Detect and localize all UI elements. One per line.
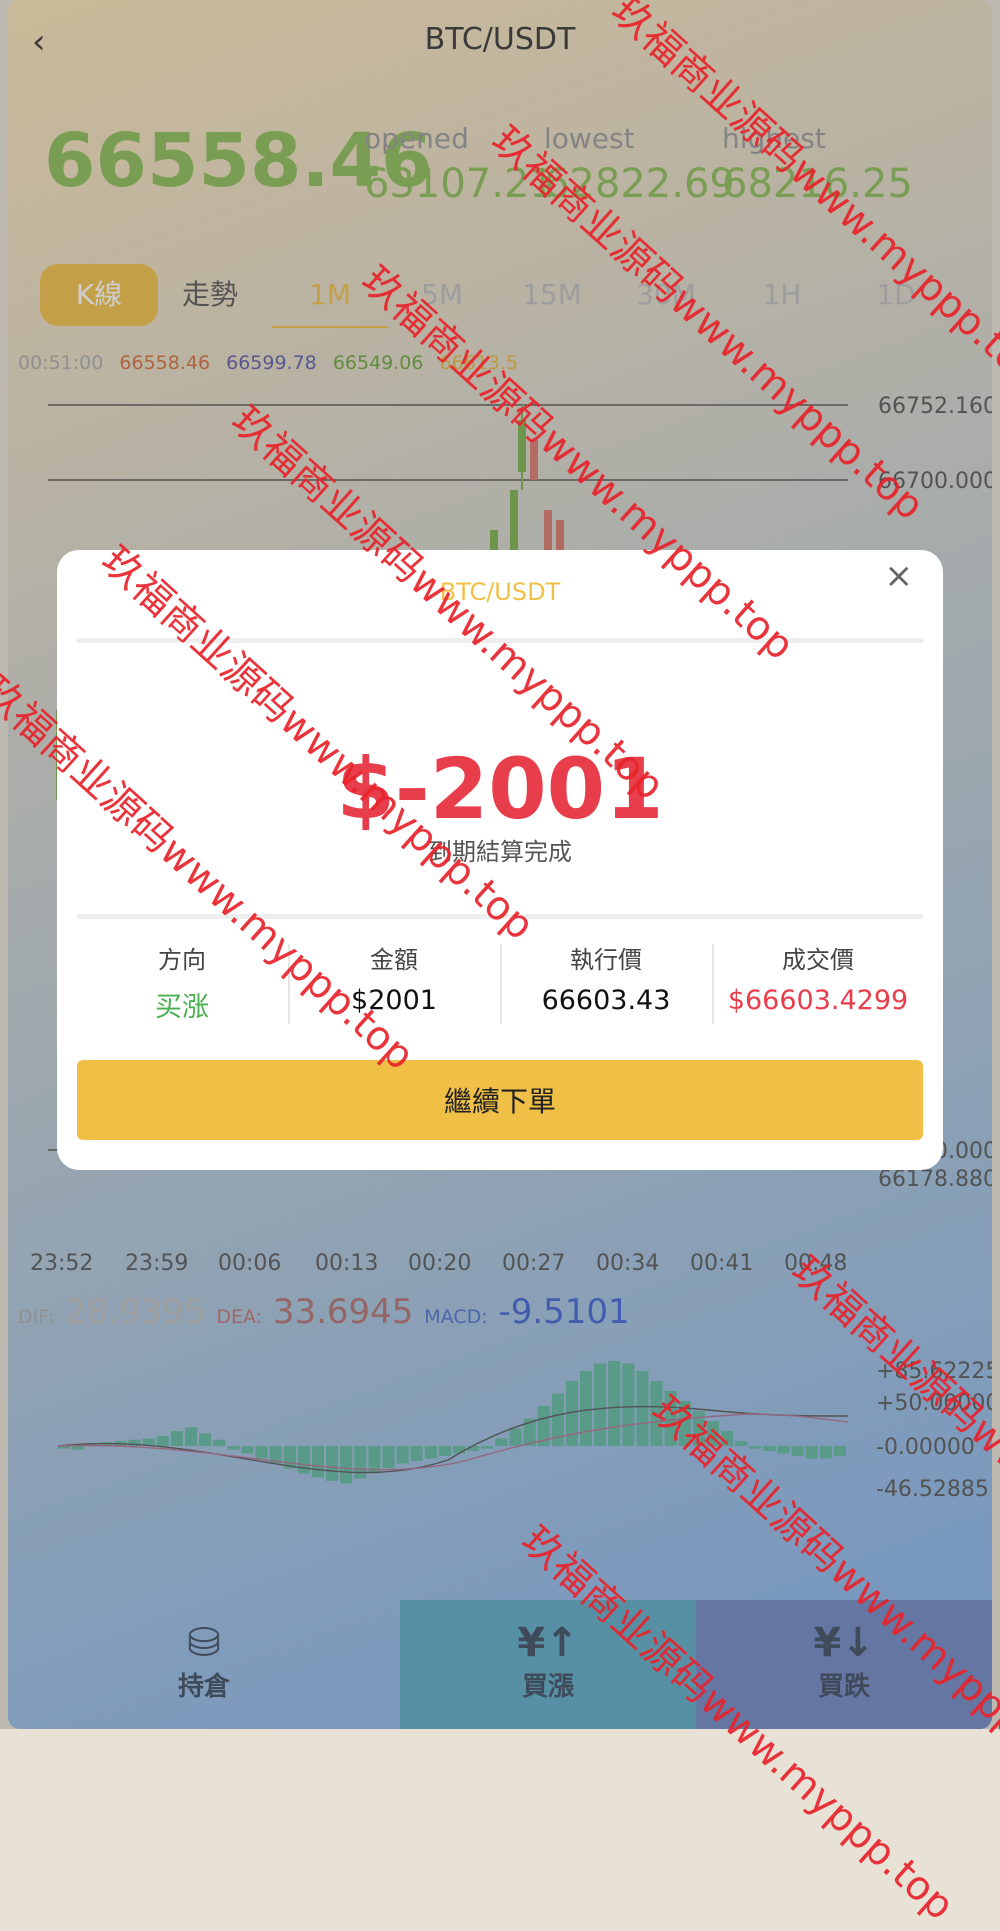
amount-value: $2001 (351, 985, 437, 1016)
exec-price-value: 66603.43 (541, 985, 671, 1016)
settlement-modal: × BTC/USDT $-2001 到期結算完成 方向 买涨 金額 $2001 … (57, 550, 943, 1170)
deal-price-label: 成交價 (782, 946, 854, 974)
modal-title: BTC/USDT (439, 578, 561, 606)
exec-price-label: 執行價 (570, 946, 642, 974)
settlement-status: 到期結算完成 (428, 838, 572, 866)
divider (77, 638, 923, 643)
amount-label: 金額 (370, 946, 418, 974)
profit-amount: $-2001 (336, 740, 664, 838)
direction-value: 买涨 (155, 992, 209, 1023)
exec-price-col: 執行價 66603.43 (501, 940, 711, 1016)
continue-order-button[interactable]: 繼續下單 (77, 1060, 923, 1140)
deal-price-value: $66603.4299 (727, 985, 909, 1016)
amount-col: 金額 $2001 (289, 940, 499, 1016)
order-details: 方向 买涨 金額 $2001 執行價 66603.43 成交價 $66603.4… (77, 940, 923, 1030)
direction-label: 方向 (158, 946, 206, 974)
direction-col: 方向 买涨 (77, 940, 287, 1024)
deal-price-col: 成交價 $66603.4299 (713, 940, 923, 1016)
divider (77, 914, 923, 919)
